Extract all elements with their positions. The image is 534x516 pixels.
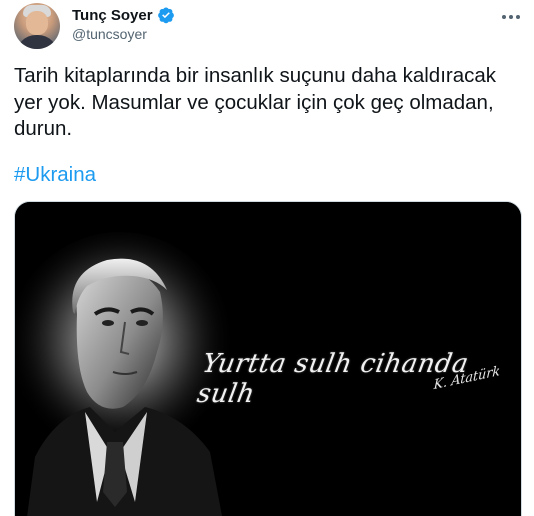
author-handle[interactable]: @tuncsoyer bbox=[72, 26, 147, 42]
verified-badge-icon bbox=[157, 6, 175, 24]
tweet-media-image[interactable]: Yurtta sulh cihanda sulh K. Atatürk bbox=[14, 201, 522, 516]
author-avatar[interactable] bbox=[14, 3, 60, 49]
more-options-icon[interactable] bbox=[500, 8, 522, 26]
author-name-row: Tunç Soyer bbox=[72, 6, 175, 24]
avatar-suit bbox=[16, 35, 58, 49]
author-display-name[interactable]: Tunç Soyer bbox=[72, 7, 153, 24]
tweet-text: Tarih kitaplarında bir insanlık suçunu d… bbox=[14, 64, 497, 140]
tweet-card: Tunç Soyer @tuncsoyer Tarih kitaplarında… bbox=[0, 0, 534, 516]
hashtag-link[interactable]: #Ukraina bbox=[14, 163, 96, 187]
avatar-face bbox=[26, 11, 48, 35]
